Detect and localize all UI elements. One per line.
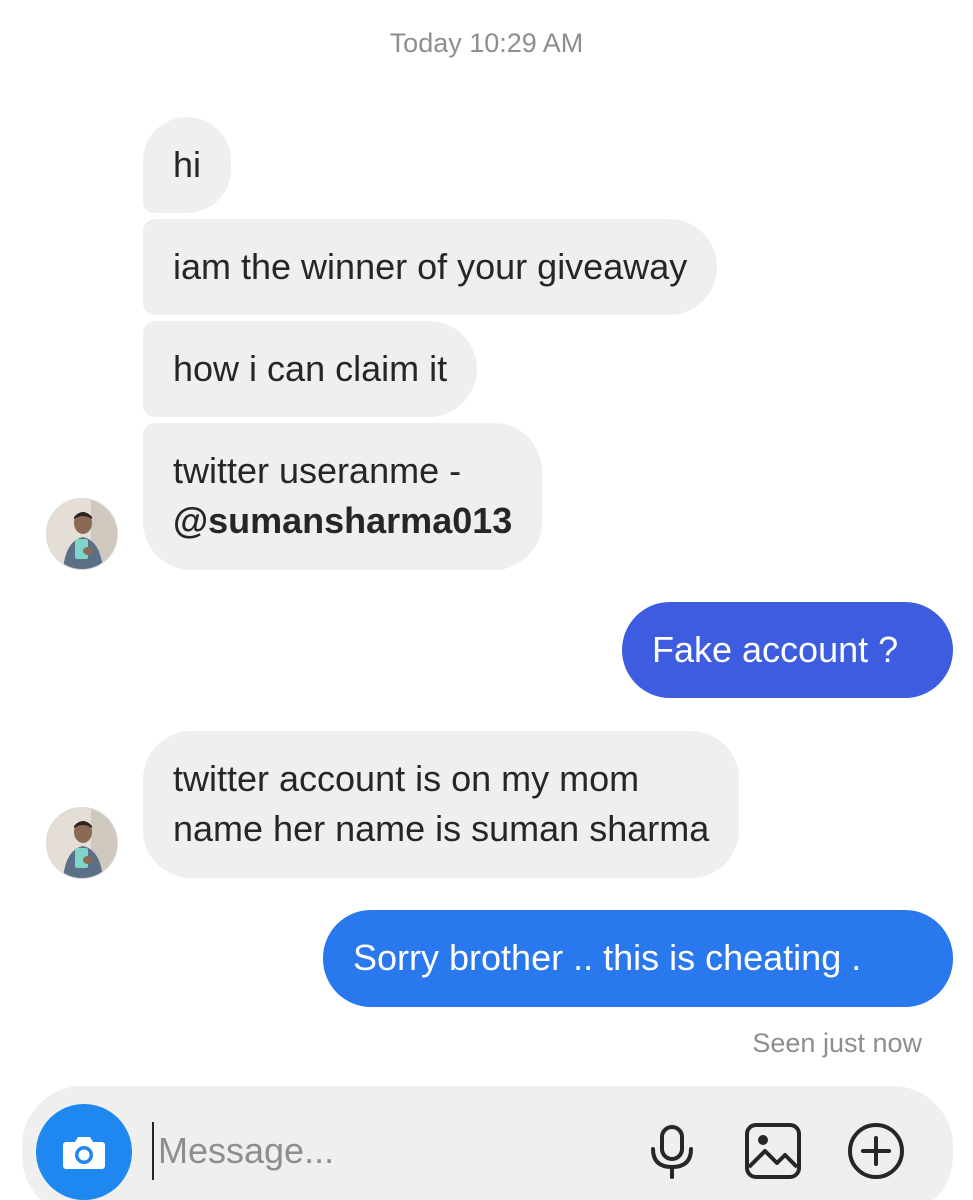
incoming-message[interactable]: hi	[143, 117, 232, 213]
incoming-message[interactable]: iam the winner of your giveaway	[143, 219, 718, 315]
message-text: Fake account ?	[652, 629, 899, 670]
outgoing-message[interactable]: Fake account ?	[622, 602, 953, 698]
message-text: twitter useranme -	[173, 450, 462, 491]
chat-screen: Today 10:29 AM hi iam the winner of your…	[0, 0, 973, 1200]
profile-photo	[47, 499, 117, 569]
profile-photo	[47, 808, 117, 878]
incoming-message[interactable]: how i can claim it	[143, 321, 478, 417]
message-text: iam the winner of your giveaway	[173, 246, 688, 287]
gallery-button[interactable]	[743, 1121, 803, 1181]
message-input[interactable]	[152, 1122, 620, 1180]
message-text: hi	[173, 144, 202, 185]
microphone-icon	[651, 1125, 693, 1179]
plus-circle-icon	[848, 1123, 904, 1179]
sender-avatar[interactable]	[46, 807, 118, 879]
message-text: name her name is suman sharma	[173, 808, 710, 849]
message-text: how i can claim it	[173, 348, 448, 389]
camera-icon	[63, 1137, 105, 1169]
message-text: Sorry brother .. this is cheating .	[353, 937, 862, 978]
incoming-message[interactable]: twitter account is on my mom name her na…	[143, 731, 740, 878]
add-button[interactable]	[846, 1121, 906, 1181]
mentioned-handle: @sumansharma013	[173, 500, 513, 541]
conversation-timestamp: Today 10:29 AM	[389, 28, 584, 58]
seen-status: Seen just now	[752, 1028, 922, 1058]
outgoing-message[interactable]: Sorry brother .. this is cheating .	[323, 910, 953, 1007]
incoming-message[interactable]: twitter useranme - @sumansharma013	[143, 423, 543, 570]
voice-message-button[interactable]	[642, 1121, 702, 1181]
camera-button[interactable]	[36, 1104, 132, 1200]
gallery-icon	[745, 1123, 801, 1179]
message-text: twitter account is on my mom	[173, 758, 640, 799]
sender-avatar[interactable]	[46, 498, 118, 570]
